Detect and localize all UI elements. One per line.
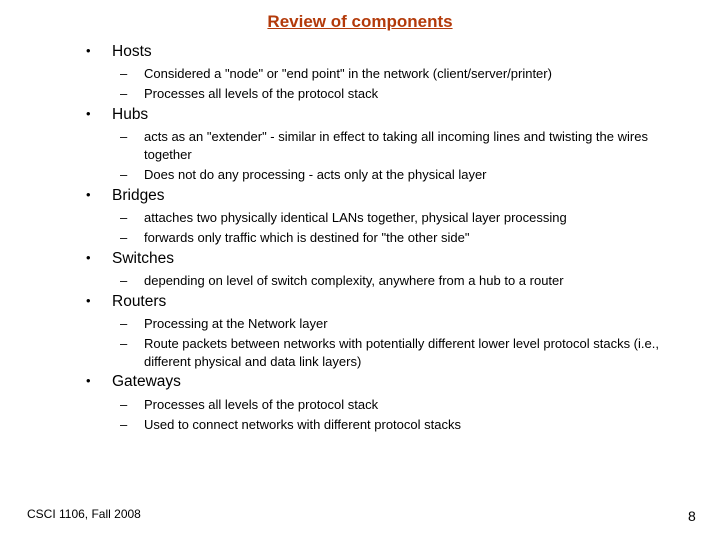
sub-item-text: Used to connect networks with different …	[144, 417, 461, 432]
bullet-label: Gateways	[112, 373, 181, 390]
slide-title-text: Review of components	[267, 12, 453, 31]
sub-item-text: Processes all levels of the protocol sta…	[144, 86, 379, 101]
slide-title: Review of components	[0, 12, 720, 32]
bullet-label: Bridges	[112, 187, 165, 204]
bullet-icon: •	[86, 106, 91, 121]
bullet-icon: •	[86, 293, 91, 308]
bullet-label: Hosts	[112, 43, 152, 60]
sub-item-text: Route packets between networks with pote…	[144, 336, 659, 369]
sub-item-text: attaches two physically identical LANs t…	[144, 210, 567, 225]
dash-icon: –	[120, 273, 128, 288]
bullet-icon: •	[86, 250, 91, 265]
bullet-label: Hubs	[112, 106, 149, 123]
sub-item-text: Processing at the Network layer	[144, 316, 328, 331]
bullet-label: Routers	[112, 293, 167, 310]
dash-icon: –	[120, 316, 128, 331]
dash-icon: –	[120, 210, 128, 225]
dash-icon: –	[120, 397, 128, 412]
sub-item-text: depending on level of switch complexity,…	[144, 273, 564, 288]
sub-item-text: Does not do any processing - acts only a…	[144, 167, 487, 182]
dash-icon: –	[120, 129, 128, 144]
sub-item-text: forwards only traffic which is destined …	[144, 230, 470, 245]
sub-item-text: Processes all levels of the protocol sta…	[144, 397, 379, 412]
bullet-icon: •	[86, 43, 91, 58]
dash-icon: –	[120, 417, 128, 432]
bullet-label: Switches	[112, 250, 175, 267]
sub-item-text: Considered a "node" or "end point" in th…	[144, 66, 552, 81]
dash-icon: –	[120, 66, 128, 81]
footer-course-label: CSCI 1106, Fall 2008	[27, 507, 141, 521]
page-number: 8	[688, 508, 696, 524]
dash-icon: –	[120, 230, 128, 245]
dash-icon: –	[120, 86, 128, 101]
dash-icon: –	[120, 336, 128, 351]
bullet-icon: •	[86, 187, 91, 202]
bullet-icon: •	[86, 373, 91, 388]
sub-item-text: acts as an "extender" - similar in effec…	[144, 129, 648, 162]
dash-icon: –	[120, 167, 128, 182]
